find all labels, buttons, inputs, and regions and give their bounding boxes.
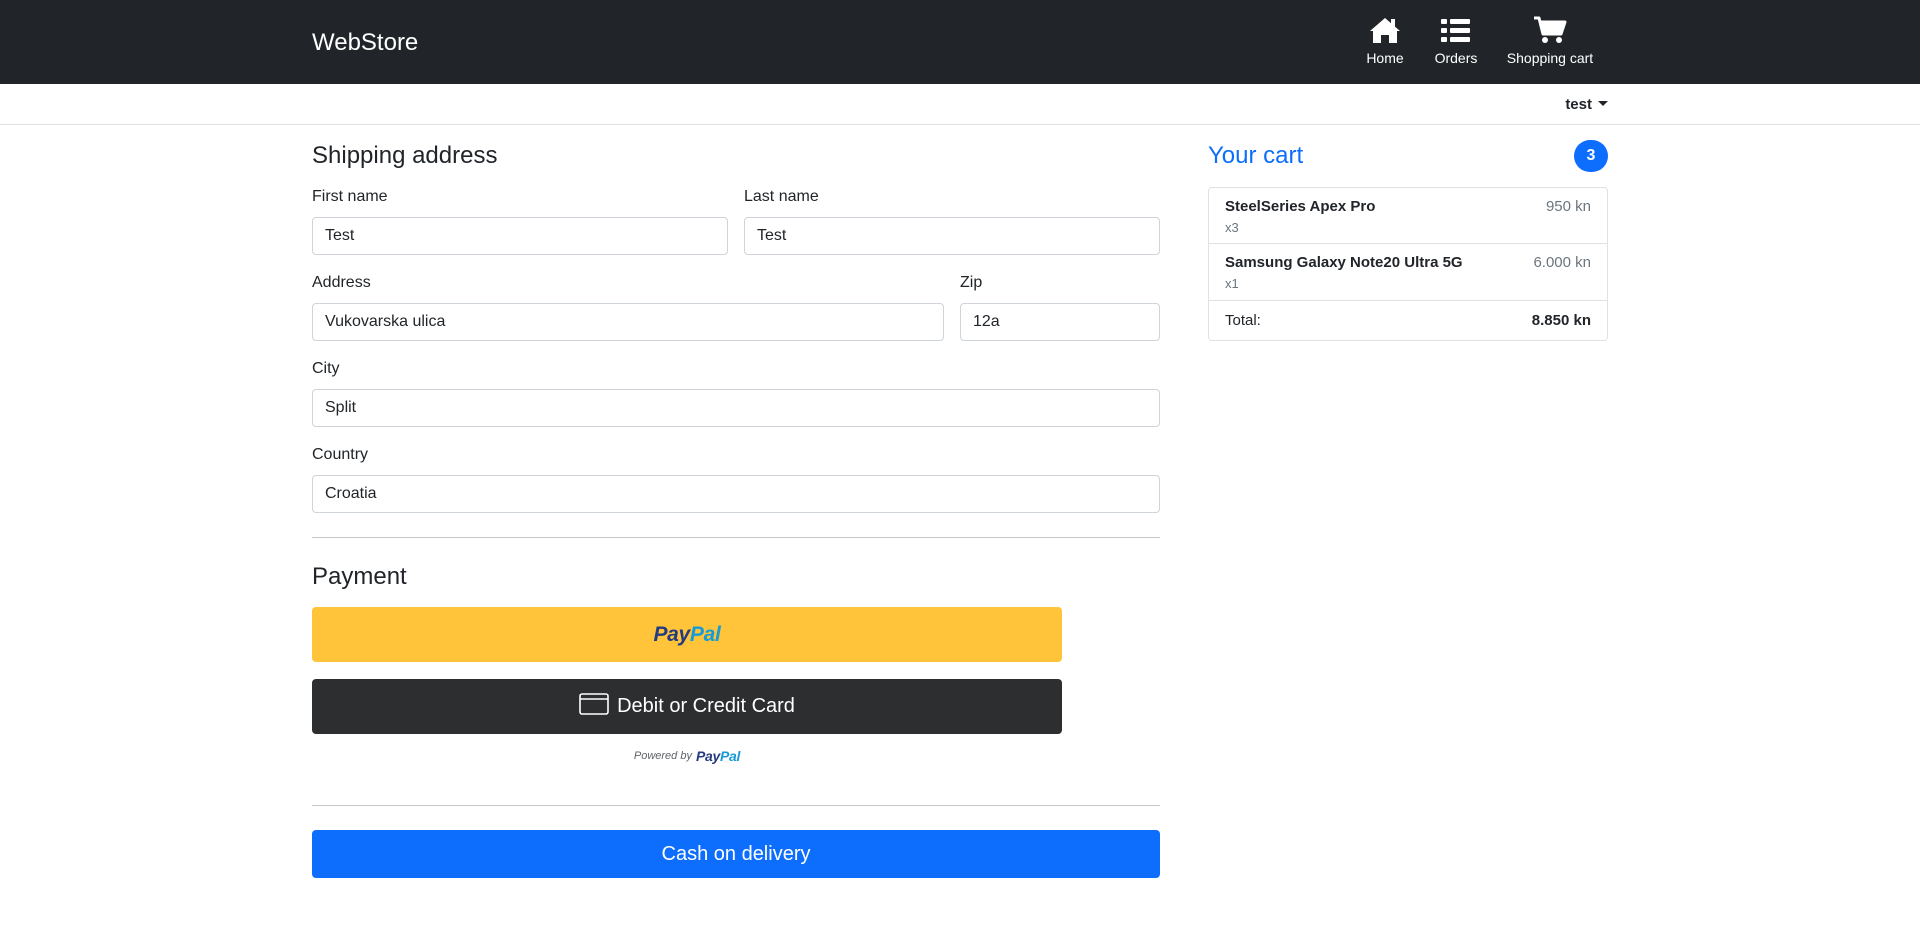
user-name: test <box>1565 96 1592 113</box>
cart-item: Samsung Galaxy Note20 Ultra 5G x1 6.000 … <box>1209 244 1607 301</box>
brand-logo[interactable]: WebStore <box>312 28 418 58</box>
nav-home-label: Home <box>1366 50 1404 66</box>
first-name-field[interactable] <box>312 217 728 255</box>
cart-item-price: 6.000 kn <box>1533 254 1591 271</box>
divider <box>312 805 1160 806</box>
zip-label: Zip <box>960 274 983 291</box>
city-field[interactable] <box>312 389 1160 427</box>
cart-item-qty: x1 <box>1225 276 1239 291</box>
first-name-label: First name <box>312 188 388 205</box>
home-icon <box>1369 14 1401 44</box>
shipping-title: Shipping address <box>312 142 498 169</box>
cart-item-qty: x3 <box>1225 220 1239 235</box>
last-name-field[interactable] <box>744 217 1160 255</box>
nav-shopping-cart[interactable]: Shopping cart <box>1504 14 1596 70</box>
cart-total-label: Total: <box>1225 312 1261 329</box>
payment-title: Payment <box>312 563 407 590</box>
zip-field[interactable] <box>960 303 1160 341</box>
cart-list: SteelSeries Apex Pro x3 950 kn Samsung G… <box>1208 187 1608 341</box>
cart-title: Your cart <box>1208 142 1304 169</box>
country-field[interactable] <box>312 475 1160 513</box>
credit-card-icon <box>579 693 609 720</box>
country-label: Country <box>312 446 369 463</box>
user-dropdown[interactable]: test <box>1565 96 1608 113</box>
card-payment-label: Debit or Credit Card <box>617 695 795 717</box>
cart-item-name: Samsung Galaxy Note20 Ultra 5G <box>1225 254 1463 271</box>
nav-orders-label: Orders <box>1434 50 1478 66</box>
powered-by-paypal: Powered by PayPal <box>312 746 1062 766</box>
cart-item-name: SteelSeries Apex Pro <box>1225 198 1376 215</box>
cart-item: SteelSeries Apex Pro x3 950 kn <box>1209 188 1607 244</box>
city-label: City <box>312 360 340 377</box>
nav-home[interactable]: Home <box>1364 14 1406 70</box>
card-payment-button[interactable]: Debit or Credit Card <box>312 679 1062 734</box>
nav-orders[interactable]: Orders <box>1432 14 1480 70</box>
address-label: Address <box>312 274 371 291</box>
cart-item-price: 950 kn <box>1545 198 1591 215</box>
list-icon <box>1441 14 1471 44</box>
nav-shopping-cart-label: Shopping cart <box>1506 50 1594 66</box>
divider <box>312 537 1160 538</box>
cart-total-value: 8.850 kn <box>1531 312 1591 329</box>
top-navbar: WebStore Home Orders Shopping cart <box>0 0 1920 84</box>
powered-by-text: Powered by <box>633 750 692 762</box>
user-bar: test <box>0 84 1920 125</box>
cart-total-row: Total: 8.850 kn <box>1209 301 1607 340</box>
address-field[interactable] <box>312 303 944 341</box>
paypal-small-logo: PayPal <box>695 748 741 764</box>
last-name-label: Last name <box>744 188 819 205</box>
cart-count-badge: 3 <box>1574 140 1608 172</box>
cash-on-delivery-button[interactable]: Cash on delivery <box>312 830 1160 878</box>
cart-icon <box>1533 14 1567 44</box>
caret-down-icon <box>1598 101 1608 106</box>
paypal-logo: PayPal <box>653 622 721 646</box>
paypal-button[interactable]: PayPal <box>312 607 1062 662</box>
